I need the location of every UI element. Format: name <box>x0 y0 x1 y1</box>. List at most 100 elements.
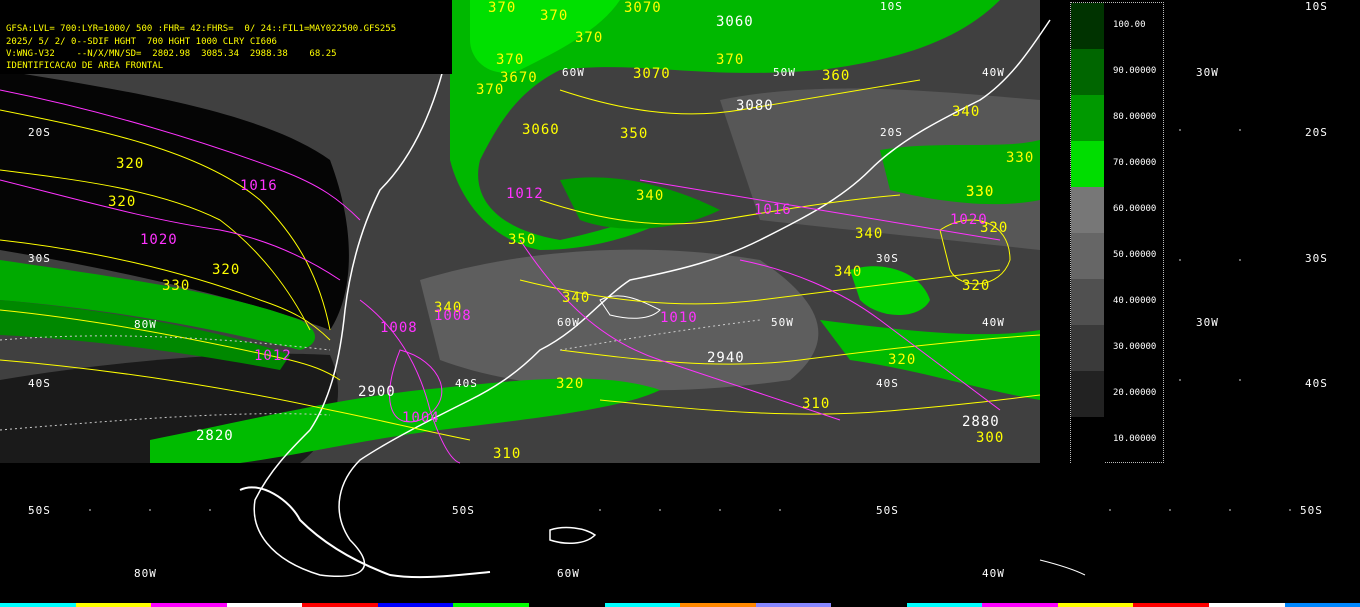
grid-label-50s-mid2: 50S <box>876 504 899 517</box>
grid-label-10s-right: 10S <box>1305 0 1328 13</box>
grid-label-50s-right: 50S <box>1300 504 1323 517</box>
height-label: 3080 <box>736 98 774 114</box>
legend-swatch-30 <box>1071 325 1104 371</box>
thickness-label: 320 <box>212 262 241 278</box>
thickness-label: 3670 <box>500 70 538 86</box>
grid-label-10s: 10S <box>880 0 903 13</box>
grid-label-20s-mid: 20S <box>880 126 903 139</box>
thickness-label: 320 <box>108 194 137 210</box>
falklands-islands <box>549 526 597 545</box>
thickness-label: 330 <box>1006 150 1035 166</box>
thickness-label: 320 <box>116 156 145 172</box>
grid-label-40w-mid: 40W <box>982 316 1005 329</box>
legend-value: 90.00000 <box>1113 66 1157 76</box>
grid-label-30s-mid: 30S <box>876 252 899 265</box>
height-label: 3060 <box>716 14 754 30</box>
legend-value: 60.00000 <box>1113 204 1157 214</box>
grid-label-30w-top: 30W <box>1196 66 1219 79</box>
pressure-label: 1008 <box>434 308 472 324</box>
legend-swatch-70 <box>1071 141 1104 187</box>
grid-label-50w-mid: 50W <box>771 316 794 329</box>
thickness-label: 340 <box>562 290 591 306</box>
grid-label-40w-lower: 40W <box>982 567 1005 580</box>
thickness-label: 330 <box>162 278 191 294</box>
pressure-label: 1020 <box>950 212 988 228</box>
pressure-label: 1016 <box>240 178 278 194</box>
thickness-label: 320 <box>888 352 917 368</box>
legend-swatch-40 <box>1071 279 1104 325</box>
grid-label-40s-left: 40S <box>28 377 51 390</box>
legend-value: 80.00000 <box>1113 112 1157 122</box>
legend-swatch-100 <box>1071 3 1104 49</box>
grid-label-80w-upper: 80W <box>134 318 157 331</box>
thickness-label: 310 <box>493 446 522 462</box>
thickness-label: 370 <box>575 30 604 46</box>
color-scale-legend: 100.00 90.00000 80.00000 70.00000 60.000… <box>1070 2 1164 463</box>
legend-swatch-20 <box>1071 371 1104 417</box>
thickness-label: 340 <box>834 264 863 280</box>
thickness-label: 370 <box>488 0 517 16</box>
pressure-label: 1020 <box>140 232 178 248</box>
pressure-label: 1012 <box>506 186 544 202</box>
thickness-label: 340 <box>636 188 665 204</box>
header-line-3: V:WNG-V32 --N/X/MN/SD= 2802.98 3085.34 2… <box>6 49 337 59</box>
height-label: 2940 <box>707 350 745 366</box>
thickness-label: 350 <box>620 126 649 142</box>
thickness-label: 3070 <box>624 0 662 16</box>
pressure-label: 1008 <box>380 320 418 336</box>
thickness-label: 330 <box>966 184 995 200</box>
thickness-label: 3060 <box>522 122 560 138</box>
thickness-label: 350 <box>508 232 537 248</box>
grid-label-40s-mid2: 40S <box>876 377 899 390</box>
grid-label-30s-left: 30S <box>28 252 51 265</box>
grid-label-50w-top: 50W <box>773 66 796 79</box>
thickness-label: 320 <box>556 376 585 392</box>
legend-swatch-60 <box>1071 187 1104 233</box>
legend-swatch-80 <box>1071 95 1104 141</box>
thickness-label: 370 <box>496 52 525 68</box>
thickness-label: 340 <box>952 104 981 120</box>
legend-value: 40.00000 <box>1113 296 1157 306</box>
pressure-label: 1016 <box>754 202 792 218</box>
legend-swatch-90 <box>1071 49 1104 95</box>
pressure-label: 1010 <box>660 310 698 326</box>
legend-value: 70.00000 <box>1113 158 1157 168</box>
grid-label-80w-lower: 80W <box>134 567 157 580</box>
grid-label-40s-right: 40S <box>1305 377 1328 390</box>
thickness-label: 340 <box>855 226 884 242</box>
grid-label-50s-mid1: 50S <box>452 504 475 517</box>
height-label: 2900 <box>358 384 396 400</box>
legend-swatch-50 <box>1071 233 1104 279</box>
thickness-label: 370 <box>476 82 505 98</box>
grid-label-60w-lower: 60W <box>557 567 580 580</box>
thickness-label: 370 <box>540 8 569 24</box>
south-georgia-island <box>1039 559 1086 576</box>
grid-label-40s-mid1: 40S <box>455 377 478 390</box>
thickness-label: 360 <box>822 68 851 84</box>
height-label: 2880 <box>962 414 1000 430</box>
grid-label-60w-top: 60W <box>562 66 585 79</box>
legend-value: 50.00000 <box>1113 250 1157 260</box>
legend-swatch-10 <box>1071 417 1104 463</box>
pressure-label: 1004 <box>402 410 440 426</box>
legend-value: 100.00 <box>1113 20 1146 30</box>
thickness-label: 310 <box>802 396 831 412</box>
grid-label-30w-mid: 30W <box>1196 316 1219 329</box>
legend-value: 10.00000 <box>1113 434 1157 444</box>
header-line-4: IDENTIFICACAO DE AREA FRONTAL <box>6 61 164 71</box>
grid-label-20s-right: 20S <box>1305 126 1328 139</box>
header-line-1: GFSA:LVL= 700:LYR=1000/ 500 :FHR= 42:FHR… <box>6 24 397 34</box>
header-line-2: 2025/ 5/ 2/ 0--SDIF HGHT 700 HGHT 1000 C… <box>6 37 277 47</box>
thickness-label: 300 <box>976 430 1005 446</box>
thickness-label: 370 <box>716 52 745 68</box>
enhancement-color-strip <box>0 603 1360 607</box>
tierra-del-fuego <box>239 486 491 579</box>
pressure-label: 1012 <box>254 348 292 364</box>
thickness-label: 3070 <box>633 66 671 82</box>
grid-label-60w-mid: 60W <box>557 316 580 329</box>
grid-label-50s-left: 50S <box>28 504 51 517</box>
grid-label-30s-right: 30S <box>1305 252 1328 265</box>
grid-label-20s-left: 20S <box>28 126 51 139</box>
legend-value: 30.00000 <box>1113 342 1157 352</box>
legend-value: 20.00000 <box>1113 388 1157 398</box>
